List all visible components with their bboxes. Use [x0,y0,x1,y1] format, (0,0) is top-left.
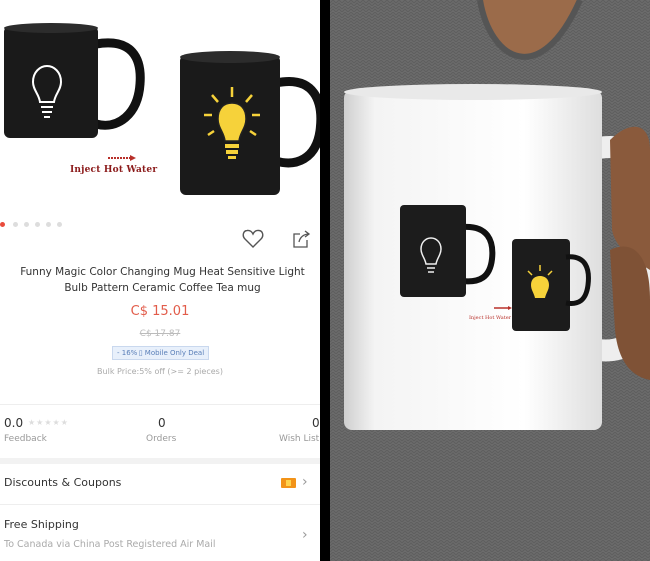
arrow-icon [108,155,136,161]
shipping-method: To Canada via China Post Registered Air … [4,539,216,550]
mobile-deal-badge: - 16% ▯ Mobile Only Deal [112,346,210,360]
customer-photo: Inject Hot Water [330,0,650,561]
wishlist-label[interactable]: Wish List [279,434,319,444]
free-shipping-row[interactable]: Free Shipping [4,518,79,531]
stats-band [0,404,320,457]
feedback-label[interactable]: Feedback [4,434,47,444]
carousel-dot[interactable] [35,222,40,227]
share-icon[interactable] [292,229,312,249]
rating-stars: ★★★★★ [28,418,69,427]
feedback-value: 0.0 [4,416,24,430]
product-page: Inject Hot Water Funny Magic Color Chang… [0,0,320,561]
product-title: Funny Magic Color Changing Mug Heat Sens… [20,266,305,294]
mug-photo: Inject Hot Water [330,0,650,561]
panel-divider [320,0,330,561]
bulk-price: Bulk Price:5% off (>= 2 pieces) [97,367,223,376]
orders-value: 0 [158,416,166,430]
printed-caption: Inject Hot Water [469,315,512,321]
discounts-coupons-row[interactable]: Discounts & Coupons [4,476,121,489]
product-image[interactable]: Inject Hot Water [0,0,320,215]
orders-label[interactable]: Orders [146,434,176,444]
divider [0,458,320,464]
carousel-dot[interactable] [13,222,18,227]
mug-caption: Inject Hot Water [70,165,158,175]
original-price: C$ 17.87 [139,329,181,339]
mug-hot-image [180,51,320,195]
carousel-dot[interactable] [0,222,5,227]
carousel-dot[interactable] [24,222,29,227]
carousel-dot[interactable] [57,222,62,227]
mug-cold-image [4,23,145,138]
carousel-dot[interactable] [46,222,51,227]
wishlist-value: 0 [312,416,320,430]
price: C$ 15.01 [130,304,190,319]
coupon-icon [281,478,296,488]
heart-icon[interactable] [242,229,264,249]
chevron-right-icon[interactable]: › [302,474,308,490]
chevron-right-icon[interactable]: › [302,527,308,543]
divider [0,504,320,505]
